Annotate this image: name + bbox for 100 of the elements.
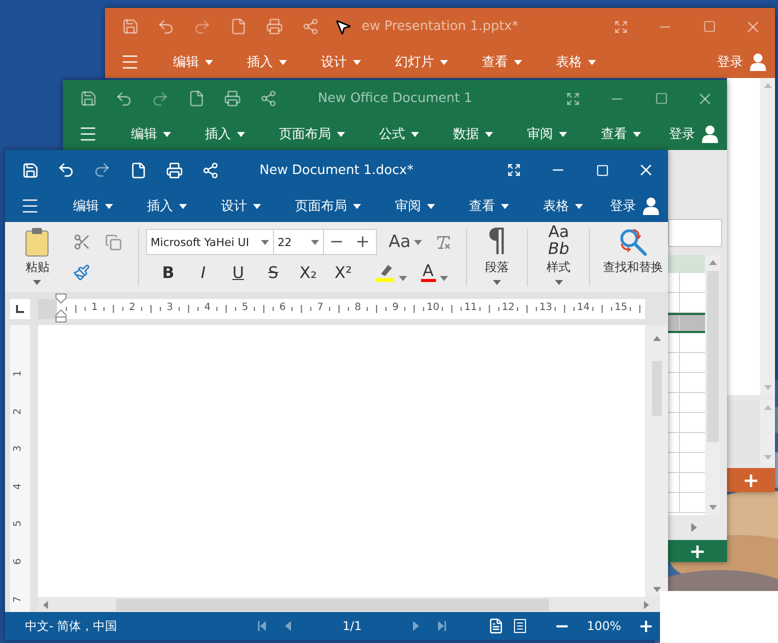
caret-icon <box>163 130 171 138</box>
caret-icon <box>279 58 287 66</box>
menu-item[interactable]: 数据 <box>453 120 493 146</box>
caret-icon <box>588 58 596 66</box>
increase-size-button[interactable]: + <box>350 234 376 250</box>
maximize-icon[interactable] <box>596 164 608 176</box>
font-select[interactable]: Microsoft YaHei UI <box>146 229 274 255</box>
superscript-button[interactable]: X² <box>326 262 361 282</box>
menu-item[interactable]: 公式 <box>379 120 419 146</box>
caret-icon <box>260 238 269 246</box>
menu-item[interactable]: 设计 <box>321 48 361 74</box>
menu-item[interactable]: 表格 <box>543 193 583 219</box>
paragraph-button[interactable]: ¶ 段落 <box>474 227 520 288</box>
ruler-number: 10 <box>426 302 440 312</box>
highlighter-icon <box>374 262 395 282</box>
caret-icon <box>485 130 493 138</box>
menu-item[interactable]: 查看 <box>469 193 509 219</box>
italic-button[interactable]: I <box>186 262 221 282</box>
ruler-number: 2 <box>12 408 24 414</box>
menu-item[interactable]: 查看 <box>601 120 641 146</box>
ruler-number: 14 <box>577 302 590 312</box>
scroll-thumb[interactable] <box>706 271 718 442</box>
menu-item[interactable]: 插入 <box>247 48 287 74</box>
paste-button[interactable]: 粘贴 <box>15 227 60 288</box>
ruler-number: 4 <box>204 302 211 312</box>
fullscreen-icon[interactable] <box>566 92 580 106</box>
font-color-button[interactable]: A <box>420 262 448 282</box>
menu-item[interactable]: 编辑 <box>73 193 113 219</box>
user-icon <box>701 124 719 142</box>
ruler-number: 15 <box>614 302 628 312</box>
ruler-number: 7 <box>12 596 24 602</box>
tab-stop-icon[interactable] <box>10 298 30 318</box>
scroll-up-icon <box>652 335 660 343</box>
caret-icon <box>179 202 187 210</box>
menu-item[interactable]: 插入 <box>205 120 245 146</box>
change-case-button[interactable]: Aa <box>388 232 422 252</box>
scroll-thumb[interactable] <box>116 598 549 610</box>
caret-icon <box>105 202 113 210</box>
ruler-number: 5 <box>12 520 24 528</box>
caret-icon <box>440 274 448 282</box>
menu-item[interactable]: 查看 <box>482 48 522 74</box>
menu-item[interactable]: 审阅 <box>395 193 435 219</box>
caret-icon <box>310 238 319 246</box>
menu-item[interactable]: 表格 <box>556 48 596 74</box>
ruler-number: 5 <box>242 302 248 312</box>
login-button[interactable]: 登录 <box>717 48 767 74</box>
fullscreen-icon[interactable] <box>507 163 521 177</box>
column-header <box>668 255 705 273</box>
ruler-number: 11 <box>464 302 477 312</box>
page-view-icon[interactable] <box>488 618 504 634</box>
user-icon <box>642 197 660 215</box>
underline-button[interactable]: U <box>220 262 256 282</box>
strikethrough-button[interactable]: S <box>256 262 291 282</box>
bold-button[interactable]: B <box>150 262 186 282</box>
last-page-icon[interactable] <box>435 619 448 633</box>
ruler-number: 3 <box>12 446 24 452</box>
ruler-number: 8 <box>354 302 361 312</box>
user-icon <box>749 52 767 70</box>
menu-item[interactable]: 设计 <box>221 193 261 219</box>
find-replace-button[interactable]: 查找和替换 <box>598 227 668 288</box>
caret-icon <box>353 202 361 210</box>
menu-item[interactable]: 页面布局 <box>279 120 345 146</box>
clipboard-icon <box>25 227 50 257</box>
formula-field[interactable] <box>668 219 722 247</box>
subscript-button[interactable]: X₂ <box>290 262 326 282</box>
add-sheet-button[interactable]: + <box>683 541 712 561</box>
decrease-size-button[interactable]: − <box>324 234 350 250</box>
scroll-down-icon <box>764 453 772 461</box>
login-button[interactable]: 登录 <box>669 120 719 146</box>
web-view-icon[interactable] <box>512 618 528 634</box>
caret-icon <box>427 202 435 210</box>
menu-item[interactable]: 插入 <box>147 193 187 219</box>
caret-icon <box>237 130 245 138</box>
styles-button[interactable]: Aa Bb 样式 <box>536 227 582 288</box>
ruler-number: 6 <box>12 558 24 565</box>
ruler-number: 4 <box>12 483 24 490</box>
page-number: 1/1 <box>342 619 363 633</box>
selected-row[interactable] <box>668 313 705 333</box>
zoom-out-button[interactable]: − <box>550 616 574 636</box>
menu-item[interactable]: 页面布局 <box>295 193 361 219</box>
scroll-right-icon <box>689 523 698 532</box>
menu-item[interactable]: 编辑 <box>173 48 213 74</box>
menu-item[interactable]: 编辑 <box>131 120 171 146</box>
ruler-number: 3 <box>166 302 173 312</box>
highlight-button[interactable] <box>374 262 407 282</box>
ruler-number: 6 <box>279 302 286 312</box>
scroll-up-icon <box>708 259 716 267</box>
add-slide-button[interactable]: + <box>736 470 766 490</box>
caret-icon <box>440 58 448 66</box>
caret-icon <box>501 202 509 210</box>
login-button[interactable]: 登录 <box>610 193 660 219</box>
window-title: ew Presentation 1.pptx* <box>362 19 518 34</box>
caret-icon <box>514 58 522 66</box>
font-size-select[interactable]: 22 <box>272 229 324 255</box>
menu-item[interactable]: 审阅 <box>527 120 567 146</box>
caret-icon <box>205 58 213 66</box>
caret-icon <box>398 274 407 282</box>
menu-item[interactable]: 幻灯片 <box>395 48 448 74</box>
zoom-in-button[interactable]: + <box>634 616 658 636</box>
ruler-number: 9 <box>392 302 399 312</box>
